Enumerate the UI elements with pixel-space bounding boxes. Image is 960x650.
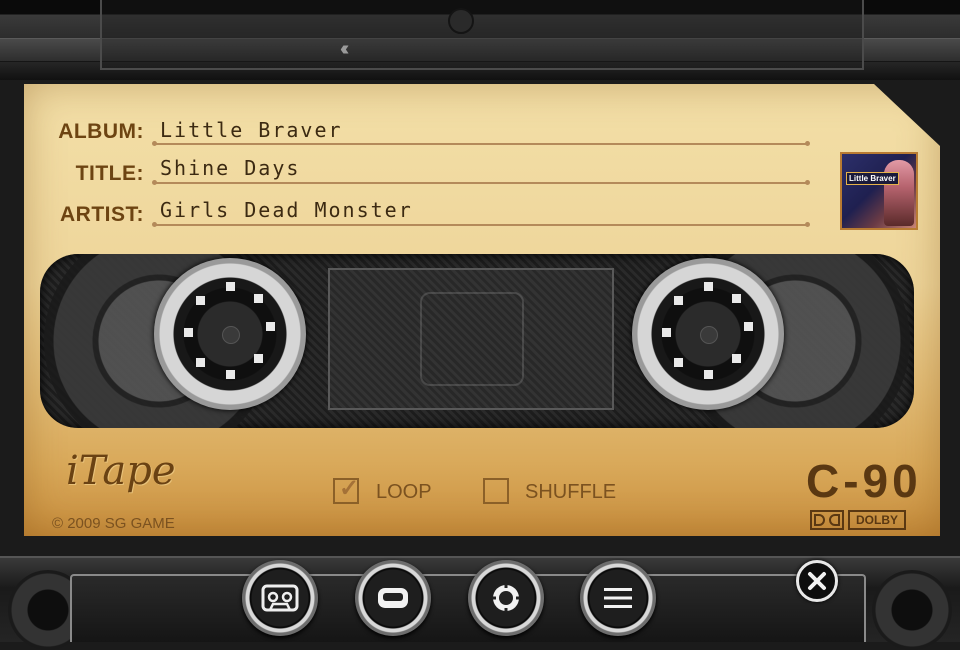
deck-top-window [100, 0, 864, 70]
stop-button[interactable] [355, 560, 431, 636]
shuffle-checkbox[interactable] [483, 478, 509, 504]
menu-button[interactable] [580, 560, 656, 636]
album-underline [152, 141, 810, 146]
tape-type-label: C-90 [806, 455, 922, 507]
itape-logo: iTape [66, 448, 176, 494]
dolby-logo-icon [810, 510, 844, 530]
deck-top-panel: ‹‹‹‹‹ [0, 0, 960, 80]
menu-icon [604, 588, 632, 608]
album-field-label: ALBUM: [58, 120, 144, 143]
artist-underline [152, 222, 810, 227]
left-reel-hub [154, 258, 306, 410]
rewind-chevrons-icon: ‹‹‹‹‹ [340, 38, 350, 60]
copyright-text: © 2009 SG GAME [52, 515, 175, 532]
title-underline [152, 180, 810, 185]
album-art-thumbnail[interactable]: Little Braver [840, 152, 918, 230]
album-art-caption: Little Braver [846, 172, 899, 185]
right-speaker [872, 570, 952, 650]
artist-field-label: ARTIST: [60, 203, 144, 226]
loop-label[interactable]: LOOP [376, 481, 432, 504]
track-title: Shine Days [160, 156, 301, 180]
title-field-label: TITLE: [75, 162, 144, 185]
deck-knob [448, 8, 474, 34]
settings-button[interactable] [468, 560, 544, 636]
cassette-icon [261, 584, 299, 612]
close-icon [808, 572, 826, 590]
control-bar [70, 574, 866, 642]
tape-view-window [328, 268, 614, 410]
right-hub-spindle [700, 326, 718, 344]
shuffle-label[interactable]: SHUFFLE [525, 481, 616, 504]
reel-window [40, 254, 914, 428]
left-hub-spindle [222, 326, 240, 344]
dolby-label: DOLBY [848, 510, 906, 530]
settings-icon [492, 584, 520, 612]
stop-icon [378, 588, 408, 608]
album-art-figure [884, 160, 914, 226]
right-reel-hub [632, 258, 784, 410]
tape-head-outline [420, 292, 524, 386]
artist-name: Girls Dead Monster [160, 198, 413, 222]
album-name: Little Braver [160, 118, 343, 142]
loop-checkbox[interactable]: ✓ [333, 475, 359, 504]
checkmark-icon: ✓ [339, 475, 360, 502]
cassette-button[interactable] [242, 560, 318, 636]
close-button[interactable] [796, 560, 838, 602]
